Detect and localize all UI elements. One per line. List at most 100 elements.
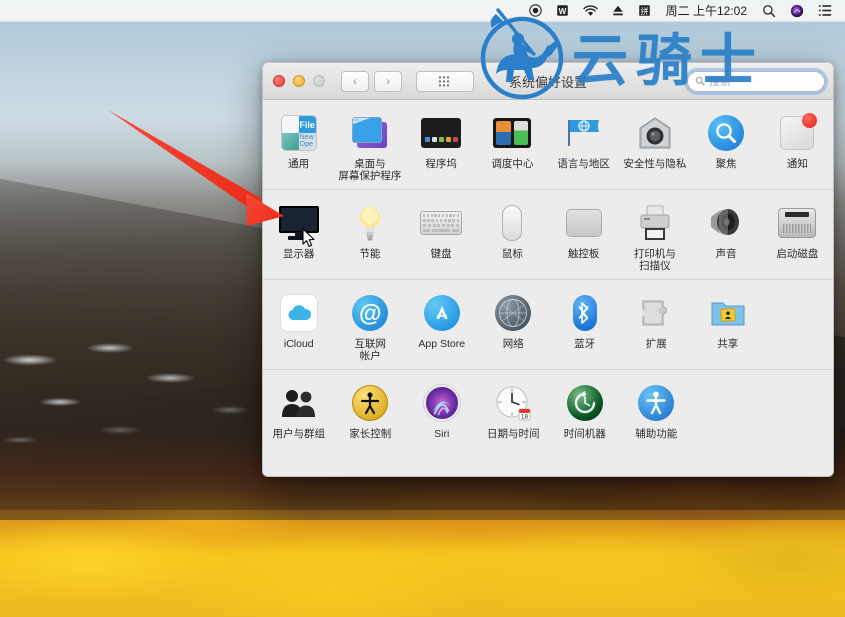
wps-writer-icon[interactable]: W: [549, 0, 576, 22]
pref-item-bluetooth[interactable]: 蓝牙: [549, 289, 621, 362]
prefs-row-internet: iCloud @ 互联网 帐户 App Store 网络 蓝牙 扩展 共享: [263, 280, 833, 370]
svg-text:拼: 拼: [640, 6, 648, 16]
menu-bar[interactable]: W 拼 周二 上午12:02: [0, 0, 845, 22]
pref-label: App Store: [418, 338, 466, 350]
search-icon[interactable]: [755, 0, 783, 22]
grid-icon: [438, 75, 450, 86]
pref-label: 鼠标: [501, 248, 523, 260]
icloud-icon: [278, 292, 320, 334]
pref-item-mouse[interactable]: 鼠标: [477, 199, 548, 272]
pref-item-keyboard[interactable]: 键盘: [406, 199, 477, 272]
printers-scanners-icon: [634, 202, 676, 244]
pref-item-siri[interactable]: Siri: [406, 379, 478, 440]
zoom-button[interactable]: [313, 75, 325, 87]
svg-text:18: 18: [521, 413, 529, 420]
pref-item-spotlight[interactable]: 聚焦: [691, 109, 762, 182]
pref-label: 互联网 帐户: [354, 338, 387, 362]
pref-label: 键盘: [430, 248, 452, 260]
eject-icon[interactable]: [605, 0, 631, 22]
pref-label: 蓝牙: [574, 338, 596, 350]
menu-bar-clock[interactable]: 周二 上午12:02: [658, 0, 755, 22]
pref-label: 程序坞: [425, 158, 457, 170]
minimize-button[interactable]: [293, 75, 305, 87]
search-input[interactable]: 搜索: [687, 70, 825, 92]
back-button[interactable]: ‹: [341, 70, 369, 92]
pref-item-energy[interactable]: 节能: [334, 199, 405, 272]
pref-label: 调度中心: [491, 158, 534, 170]
prefs-row-hardware: 显示器 节能 键盘 鼠标 触控板 打印机与 扫描仪 声音 启动磁盘: [263, 190, 833, 280]
pref-item-parental-controls[interactable]: 家长控制: [335, 379, 407, 440]
bluetooth-icon: [564, 292, 606, 334]
pref-label: 安全性与隐私: [623, 158, 687, 170]
pref-label: 用户与群组: [272, 428, 326, 440]
pref-item-startup-disk[interactable]: 启动磁盘: [762, 199, 833, 272]
app-store-icon: [421, 292, 463, 334]
security-privacy-icon: [634, 112, 676, 154]
energy-saver-icon: [349, 202, 391, 244]
keyboard-icon: [420, 202, 463, 244]
spotlight-icon: [705, 112, 747, 154]
pref-item-accessibility[interactable]: 辅助功能: [621, 379, 693, 440]
notification-center-icon[interactable]: [811, 0, 839, 22]
wifi-icon[interactable]: [576, 0, 605, 22]
pref-item-sharing[interactable]: 共享: [692, 289, 764, 362]
pref-label: 节能: [359, 248, 381, 260]
pref-item-dock[interactable]: 程序坞: [406, 109, 477, 182]
pref-item-app-store[interactable]: App Store: [406, 289, 478, 362]
extensions-icon: [635, 292, 677, 334]
pref-label: 桌面与 屏幕保护程序: [338, 158, 402, 182]
pref-item-date-time[interactable]: 18 日期与时间: [478, 379, 550, 440]
pref-label: 触控板: [567, 248, 600, 260]
pref-label: 时间机器: [563, 428, 606, 440]
pref-item-trackpad[interactable]: 触控板: [548, 199, 619, 272]
pref-item-security[interactable]: 安全性与隐私: [619, 109, 690, 182]
pref-label: 日期与时间: [487, 428, 540, 440]
pref-item-notifications[interactable]: 通知: [762, 109, 833, 182]
pref-item-extensions[interactable]: 扩展: [621, 289, 693, 362]
pref-label: 打印机与 扫描仪: [633, 248, 676, 272]
prefs-row-system: 用户与群组 家长控制 Siri 18 日期与时间 时间机器 辅助功能: [263, 370, 833, 447]
svg-text:W: W: [558, 7, 566, 16]
pref-item-displays[interactable]: 显示器: [263, 199, 334, 272]
system-preferences-window[interactable]: ‹ › 系统偏好设置 搜索 File New Ope 通用 桌面与 屏幕保护程序…: [262, 62, 834, 477]
pref-item-mission-control[interactable]: 调度中心: [477, 109, 548, 182]
pref-item-printers[interactable]: 打印机与 扫描仪: [619, 199, 690, 272]
language-region-icon: [563, 112, 605, 154]
general-icon: File New Ope: [278, 112, 320, 154]
window-title-bar[interactable]: ‹ › 系统偏好设置 搜索: [263, 63, 833, 100]
pref-item-users-groups[interactable]: 用户与群组: [263, 379, 335, 440]
pref-item-time-machine[interactable]: 时间机器: [549, 379, 621, 440]
pref-item-icloud[interactable]: iCloud: [263, 289, 335, 362]
pref-item-language[interactable]: 语言与地区: [548, 109, 619, 182]
search-icon: [695, 76, 705, 86]
screen-record-icon[interactable]: [522, 0, 549, 22]
pref-item-general[interactable]: File New Ope 通用: [263, 109, 334, 182]
internet-accounts-icon: @: [349, 292, 391, 334]
pref-item-internet-accounts[interactable]: @ 互联网 帐户: [335, 289, 407, 362]
badge-dot: [802, 113, 818, 128]
input-method-icon[interactable]: 拼: [631, 0, 658, 22]
mouse-icon: [491, 202, 533, 244]
network-icon: [492, 292, 534, 334]
close-button[interactable]: [273, 75, 285, 87]
pref-item-sound[interactable]: 声音: [691, 199, 762, 272]
pref-label: 扩展: [645, 338, 667, 350]
desktop-screensaver-icon: [349, 112, 391, 154]
pref-label: 家长控制: [349, 428, 392, 440]
navigation-buttons[interactable]: ‹ ›: [341, 70, 402, 92]
traffic-light-buttons[interactable]: [273, 75, 325, 87]
sharing-icon: [707, 292, 749, 334]
sound-icon: [705, 202, 747, 244]
startup-disk-icon: [776, 202, 818, 244]
pref-item-network[interactable]: 网络: [478, 289, 550, 362]
trackpad-icon: [563, 202, 605, 244]
notifications-icon: [776, 112, 818, 154]
search-container[interactable]: 搜索: [687, 70, 825, 92]
mouse-pointer: [302, 228, 316, 253]
show-all-button[interactable]: [416, 70, 474, 92]
pref-item-desktop[interactable]: 桌面与 屏幕保护程序: [334, 109, 405, 182]
pref-label: 通知: [786, 158, 808, 170]
siri-icon: [421, 382, 463, 424]
forward-button[interactable]: ›: [374, 70, 402, 92]
siri-icon[interactable]: [783, 0, 811, 22]
